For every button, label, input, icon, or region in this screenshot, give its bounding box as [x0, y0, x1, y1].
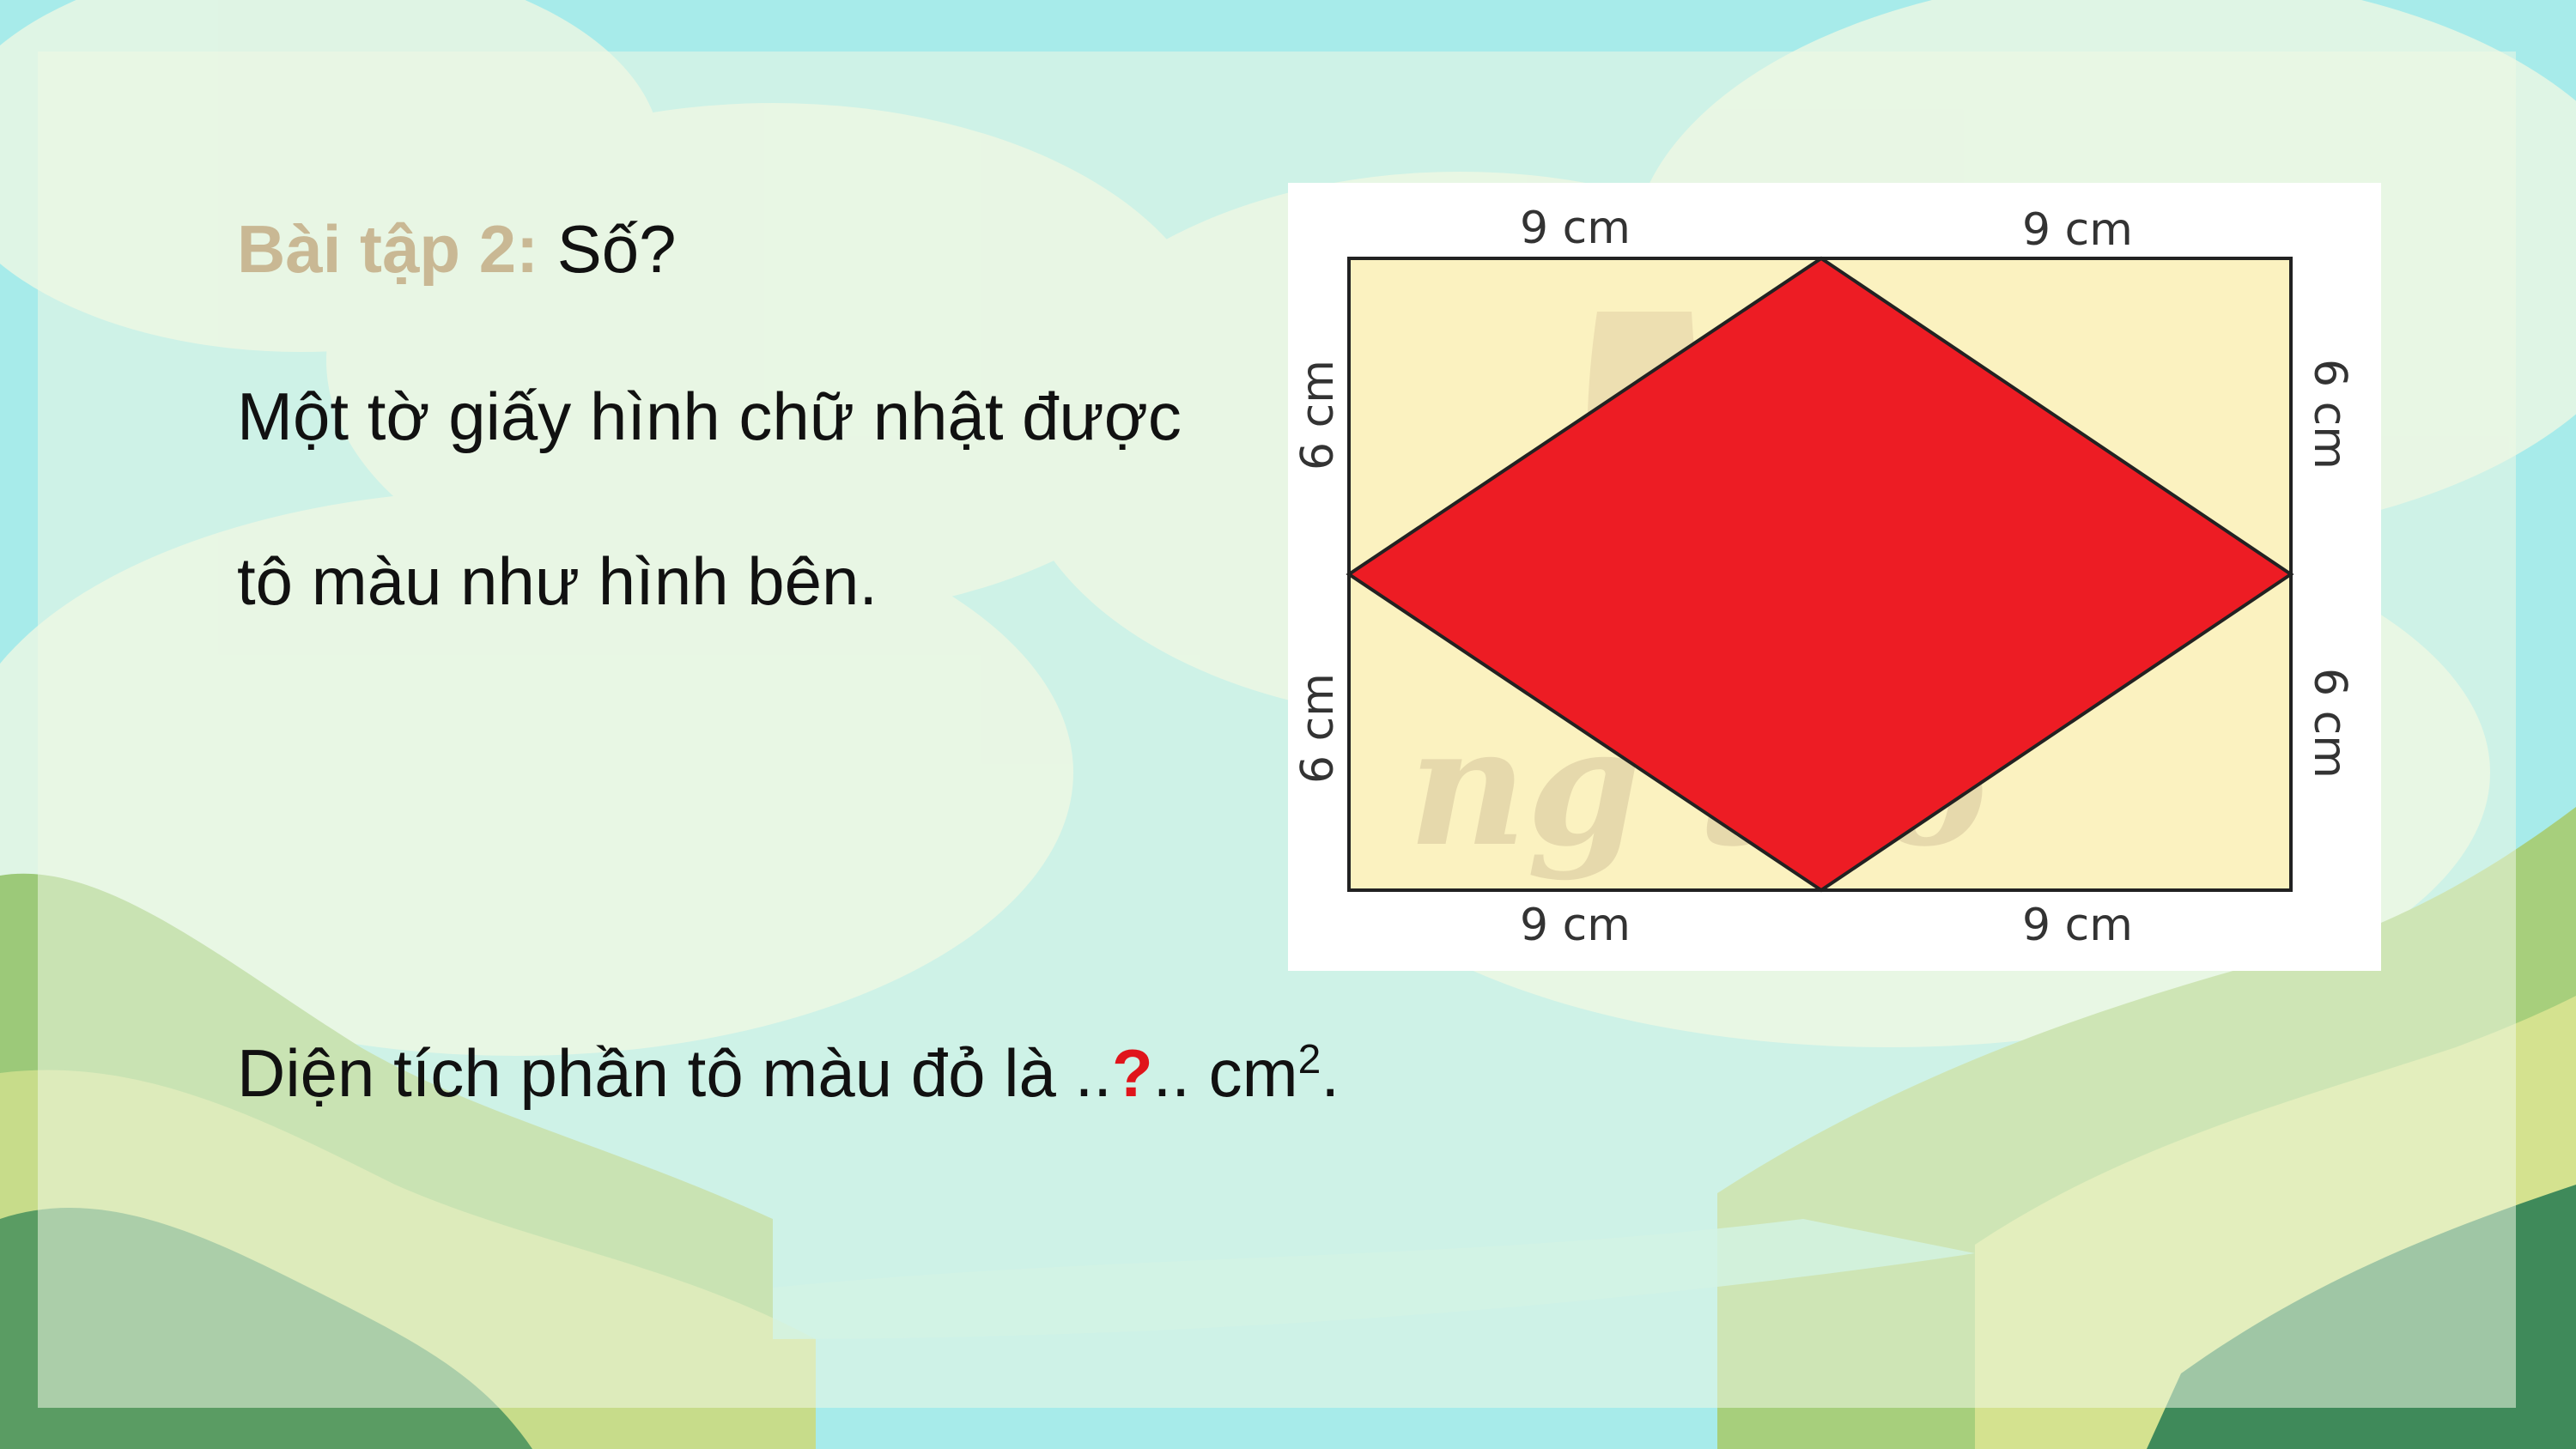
label-left-bottom: 6 cm: [1292, 673, 1344, 784]
question-mark: ?: [1111, 1035, 1153, 1111]
exercise-title-rest: Số?: [556, 211, 677, 287]
rectangle-rhombus-figure: ng tạo 9 cm 9 cm 9 cm 9 cm 6 cm 6 cm 6 c…: [1288, 183, 2381, 971]
exercise-title-label: Bài tập 2:: [237, 211, 539, 287]
label-left-top: 6 cm: [1292, 360, 1344, 470]
answer-exponent: 2: [1297, 1037, 1321, 1082]
problem-line-1: Một tờ giấy hình chữ nhật được: [237, 379, 1182, 454]
problem-line-2: tô màu như hình bên.: [237, 543, 878, 619]
label-right-top: 6 cm: [2304, 359, 2355, 470]
answer-line: Diện tích phần tô màu đỏ là ..?.. cm2.: [237, 1034, 1340, 1113]
answer-unit: .. cm: [1152, 1035, 1298, 1111]
label-bottom-left: 9 cm: [1520, 900, 1631, 951]
label-top-left: 9 cm: [1520, 203, 1631, 254]
label-right-bottom: 6 cm: [2304, 668, 2355, 779]
answer-end: .: [1321, 1035, 1340, 1111]
answer-prefix: Diện tích phần tô màu đỏ là ..: [237, 1035, 1112, 1111]
label-bottom-right: 9 cm: [2022, 900, 2133, 951]
label-top-right: 9 cm: [2022, 204, 2133, 256]
exercise-title: Bài tập 2: Số?: [237, 210, 677, 288]
